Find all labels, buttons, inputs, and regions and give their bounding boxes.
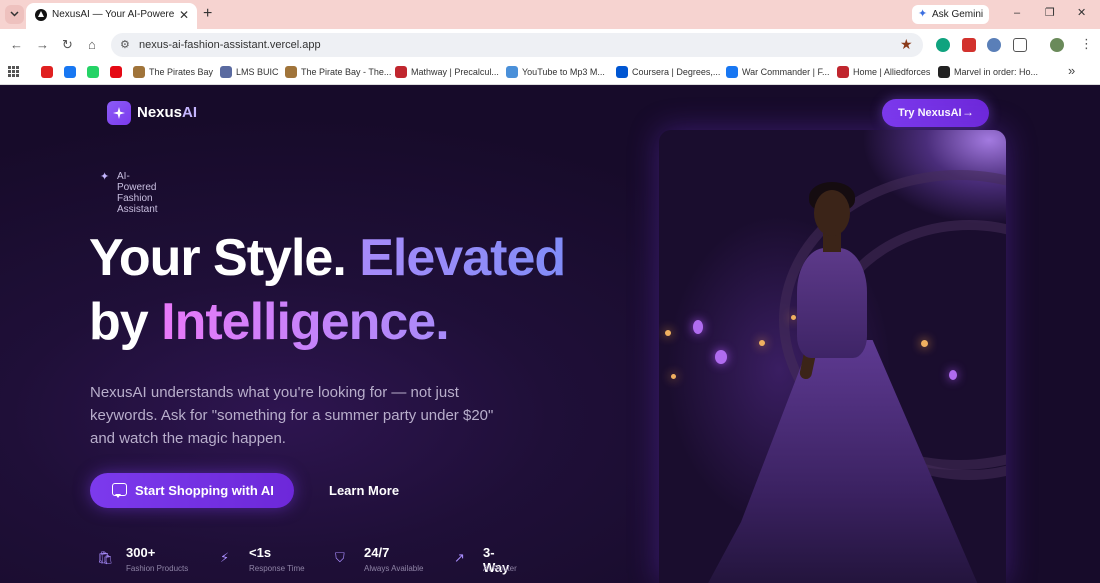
bookmark-label: War Commander | F... (742, 67, 830, 77)
headline-part-2: Elevated (359, 229, 566, 287)
hero-headline: Your Style. Elevated by Intelligence. (89, 226, 629, 354)
close-tab-icon[interactable]: ✕ (179, 8, 189, 22)
more-menu-icon[interactable]: ⋮ (1080, 36, 1093, 52)
new-tab-button[interactable]: + (203, 5, 212, 23)
lms-icon (220, 66, 232, 78)
close-window-button[interactable]: ✕ (1077, 6, 1086, 20)
stat-label: Fashion Products (126, 564, 189, 573)
start-shopping-label: Start Shopping with AI (135, 483, 274, 498)
ds-icon (938, 66, 950, 78)
pdf-extension-icon[interactable] (962, 38, 976, 52)
candle-light (715, 350, 727, 364)
lightning-icon: ⚡ (220, 550, 230, 565)
chevron-down-icon (10, 11, 19, 17)
sparkles-icon (113, 107, 125, 119)
gown-bodice (797, 248, 867, 358)
gemini-sparkle-icon: ✦ (918, 8, 928, 20)
stat-value: <1s (249, 545, 272, 560)
stat-label: Response Time (249, 564, 305, 573)
extensions-puzzle-icon[interactable] (1013, 38, 1027, 52)
headline-part-4: Intelligence. (161, 293, 450, 351)
stat-label: AI Router (483, 564, 517, 573)
logo-prefix: Nexus (137, 104, 183, 121)
facebook-icon (726, 66, 738, 78)
tab-title: NexusAI — Your AI-Powered St (52, 9, 174, 20)
alliedforces-icon (837, 66, 849, 78)
profile-avatar[interactable] (1050, 38, 1064, 52)
candle-light (949, 370, 957, 380)
start-shopping-button[interactable]: Start Shopping with AI (90, 473, 294, 508)
hero-description: NexusAI understands what you're looking … (90, 384, 494, 447)
logo-mark[interactable] (107, 101, 131, 125)
tab-search-button[interactable] (5, 5, 24, 24)
vercel-favicon-icon (35, 9, 47, 21)
chatgpt-extension-icon[interactable] (936, 38, 950, 52)
shopping-bag-icon: 🛍 (97, 550, 114, 565)
headline-part-3: by (89, 293, 149, 351)
address-bar[interactable]: ⚙ nexus-ai-fashion-assistant.vercel.app … (111, 33, 923, 57)
home-icon[interactable]: ⌂ (88, 37, 96, 53)
cloud-download-icon (506, 66, 518, 78)
whatsapp-icon (87, 66, 99, 78)
shield-icon: ⛉ (335, 550, 345, 565)
candle-light (665, 330, 671, 336)
trending-up-icon: ↗ (454, 550, 465, 565)
ask-gemini-button[interactable]: ✦ Ask Gemini (912, 5, 989, 24)
ask-gemini-label: Ask Gemini (932, 9, 984, 20)
bookmark-label: LMS BUIC (236, 67, 279, 77)
stat-label: Always Available (364, 564, 424, 573)
bookmark-label: The Pirate Bay - The... (301, 67, 392, 77)
browser-tab-strip: NexusAI — Your AI-Powered St ✕ + ✦ Ask G… (0, 0, 1100, 29)
mathway-icon (395, 66, 407, 78)
bookmark-label: YouTube to Mp3 M... (522, 67, 605, 77)
learn-more-link[interactable]: Learn More (329, 483, 399, 498)
landing-page: NexusAI Try NexusAI → ✦ AI-Powered Fashi… (0, 86, 1100, 583)
chat-bubble-icon (112, 483, 127, 498)
hero-image (659, 130, 1006, 583)
sparkles-icon: ✦ (100, 171, 110, 183)
candle-light (693, 320, 703, 334)
brand-logo-text[interactable]: NexusAI (137, 104, 197, 121)
try-nexusai-label: Try NexusAI (898, 107, 962, 119)
stat-value: 300+ (126, 545, 156, 560)
forward-arrow-icon[interactable]: → (36, 37, 49, 53)
pirate-ship-icon (133, 66, 145, 78)
restore-button[interactable]: ❐ (1045, 6, 1055, 20)
stat-value: 24/7 (364, 545, 390, 560)
apps-grid-icon[interactable] (8, 66, 19, 77)
figure-head (814, 190, 850, 236)
arrow-right-icon: → (962, 105, 974, 119)
headline-part-1: Your Style. (89, 229, 347, 287)
reload-icon[interactable]: ↻ (62, 37, 73, 53)
browser-tab-active[interactable]: NexusAI — Your AI-Powered St ✕ (26, 3, 197, 29)
minimize-button[interactable]: – (1014, 6, 1020, 20)
candle-light (759, 340, 765, 346)
site-info-icon[interactable]: ⚙ (120, 38, 130, 51)
logo-suffix: AI (182, 104, 198, 121)
try-nexusai-button[interactable]: Try NexusAI → (882, 99, 989, 127)
browser-toolbar: ← → ↻ ⌂ ⚙ nexus-ai-fashion-assistant.ver… (0, 29, 1100, 61)
candle-light (791, 315, 796, 320)
bookmark-label: The Pirates Bay (149, 67, 214, 77)
facebook-icon (64, 66, 76, 78)
bookmark-label: Coursera | Degrees,... (632, 67, 721, 77)
hero-badge-label: AI-Powered Fashion Assistant (117, 171, 158, 215)
bookmark-label: Mathway | Precalcul... (411, 67, 499, 77)
candle-light (671, 374, 676, 379)
bookmark-star-icon[interactable]: ★ (900, 36, 913, 53)
netflix-icon (110, 66, 122, 78)
back-arrow-icon[interactable]: ← (10, 37, 23, 53)
bookmark-label: Home | Alliedforces (853, 67, 931, 77)
coursera-icon (616, 66, 628, 78)
more-bookmarks-button[interactable]: » (1068, 63, 1075, 78)
candle-light (921, 340, 928, 347)
url-text: nexus-ai-fashion-assistant.vercel.app (139, 39, 321, 51)
bookmarks-bar: The Pirates Bay LMS BUIC The Pirate Bay - … (0, 61, 1100, 85)
youtube-icon (41, 66, 53, 78)
pirate-ship-icon (285, 66, 297, 78)
vpn-extension-icon[interactable] (987, 38, 1001, 52)
bookmark-label: Marvel in order: Ho... (954, 67, 1039, 77)
